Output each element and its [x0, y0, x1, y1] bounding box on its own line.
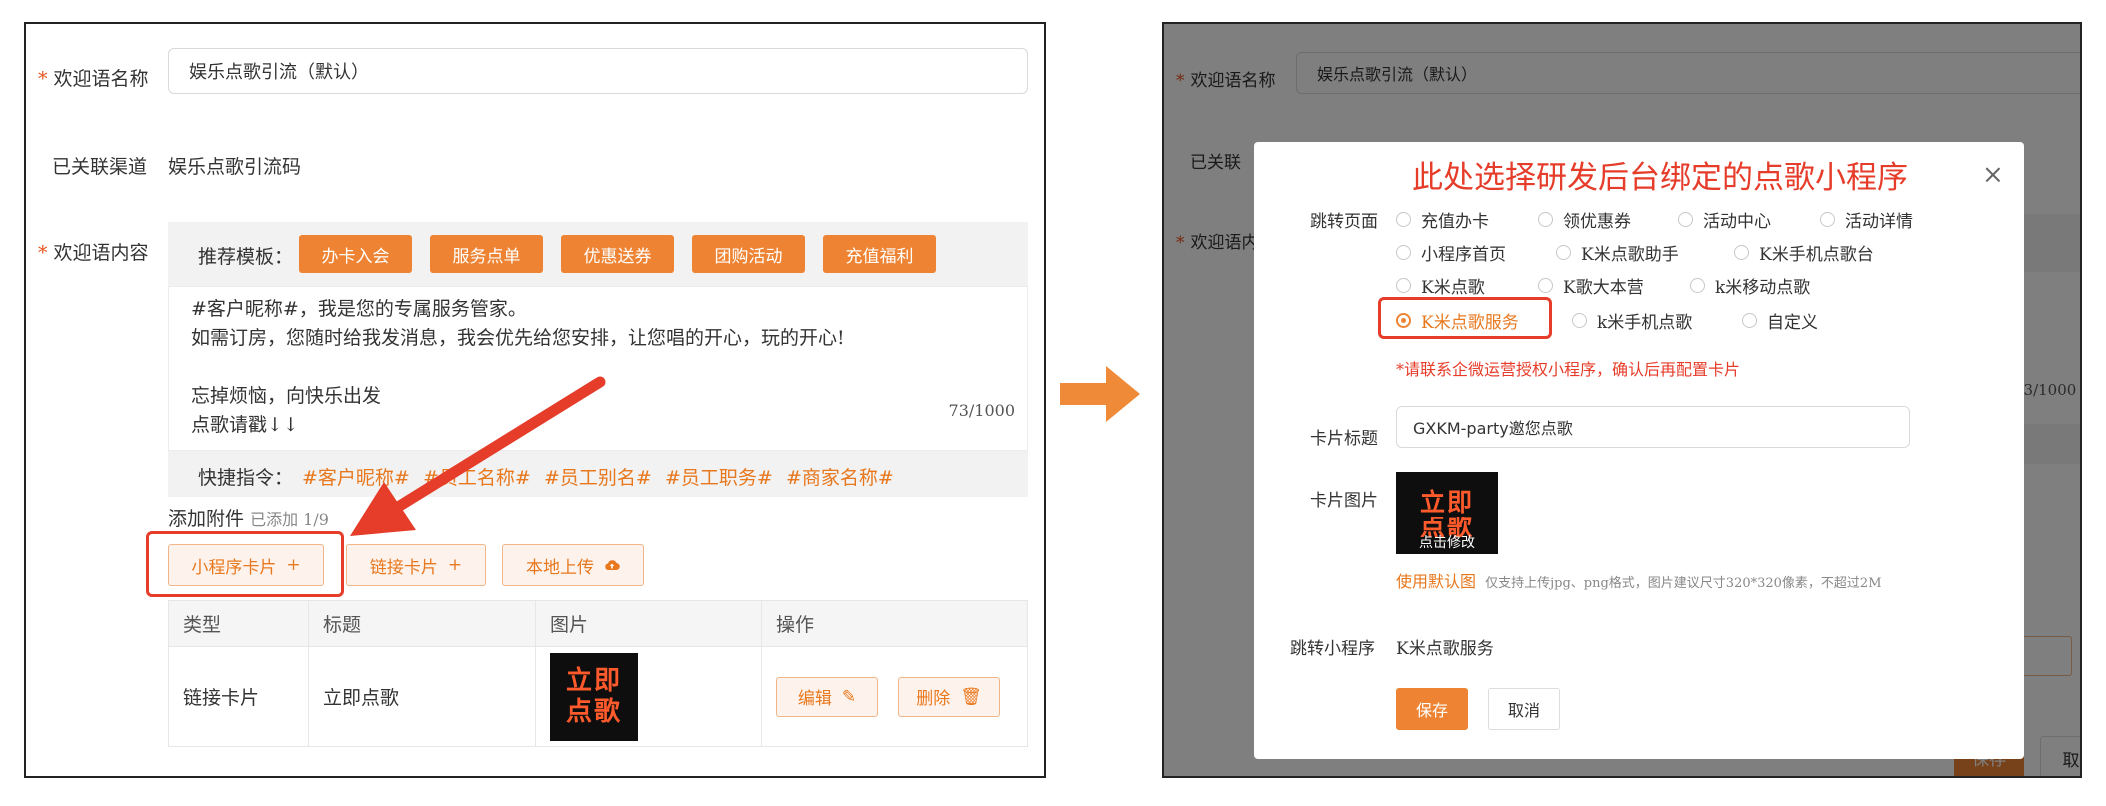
template-button-recharge[interactable]: 充值福利	[823, 235, 936, 273]
edit-button[interactable]: 编辑 ✎	[776, 676, 878, 717]
save-button[interactable]: 保存	[1396, 688, 1468, 730]
card-image-upload[interactable]: 立即 点歌 点击修改	[1396, 472, 1498, 554]
close-icon[interactable]: ×	[1982, 160, 2004, 190]
pointer-arrow-red	[350, 376, 606, 536]
col-image-header: 图片	[535, 600, 762, 647]
jump-page-label: 跳转页面	[1310, 212, 1378, 232]
row-type: 链接卡片	[168, 646, 309, 747]
cloud-upload-icon	[605, 560, 620, 571]
song-thumbnail-image: 立即 点歌	[550, 652, 638, 741]
message-line-5: 点歌请戳↓↓	[191, 414, 299, 436]
channel-label: 已关联渠道	[52, 156, 148, 178]
message-line-1: #客户昵称#，我是您的专属服务管家。	[191, 298, 527, 320]
plus-icon: +	[447, 555, 463, 575]
radio-kmi-mobile-song[interactable]: k米移动点歌	[1690, 273, 1810, 298]
radio-circle	[1538, 212, 1553, 227]
attach-label: 添加附件 已添加 1/9	[168, 508, 329, 530]
radio-circle	[1820, 212, 1835, 227]
row-title: 立即点歌	[308, 646, 536, 747]
dialog-title: 此处选择研发后台绑定的点歌小程序	[1412, 160, 1908, 196]
radio-circle	[1396, 212, 1411, 227]
mini-program-card-dialog: 此处选择研发后台绑定的点歌小程序 × 跳转页面 充值办卡 领优惠券 活动中心 活…	[1254, 142, 2024, 759]
welcome-name-label: * 欢迎语名称	[38, 68, 149, 90]
col-type-header: 类型	[168, 600, 309, 647]
card-title-label: 卡片标题	[1310, 429, 1378, 449]
cancel-button[interactable]: 取消	[1488, 688, 1560, 730]
radio-kmi-song[interactable]: K米点歌	[1396, 273, 1485, 298]
row-image-cell: 立即 点歌	[535, 646, 762, 747]
highlight-box-mini-program	[146, 531, 344, 597]
link-card-button[interactable]: 链接卡片 +	[346, 544, 486, 586]
radio-recharge-card[interactable]: 充值办卡	[1396, 207, 1489, 232]
local-upload-button[interactable]: 本地上传	[502, 544, 644, 586]
shortcut-merchant-name[interactable]: #商家名称#	[786, 463, 894, 490]
radio-kmi-mobile-station[interactable]: K米手机点歌台	[1734, 240, 1874, 265]
radio-activity-detail[interactable]: 活动详情	[1820, 207, 1913, 232]
radio-mini-home[interactable]: 小程序首页	[1396, 240, 1506, 265]
right-screenshot-panel: *欢迎语名称 娱乐点歌引流（默认） 已关联 *欢迎语内 73/1000 保存 取…	[1162, 22, 2082, 778]
template-button-card[interactable]: 办卡入会	[299, 235, 412, 273]
radio-circle	[1396, 245, 1411, 260]
radio-circle	[1572, 313, 1587, 328]
transition-arrow-icon	[1060, 366, 1140, 422]
radio-circle	[1742, 313, 1757, 328]
row-actions: 编辑 ✎ 删除 🗑	[761, 646, 1028, 747]
authorization-warning: *请联系企微运营授权小程序，确认后再配置卡片	[1396, 360, 1741, 379]
radio-circle	[1556, 245, 1571, 260]
col-title-header: 标题	[308, 600, 536, 647]
welcome-name-input[interactable]: 娱乐点歌引流（默认）	[168, 48, 1028, 94]
radio-circle	[1396, 278, 1411, 293]
image-hint-row: 使用默认图 仅支持上传jpg、png格式，图片建议尺寸320*320像素，不超过…	[1396, 568, 1882, 592]
trash-icon: 🗑	[960, 686, 982, 707]
image-hint: 仅支持上传jpg、png格式，图片建议尺寸320*320像素，不超过2M	[1485, 576, 1882, 591]
table-row: 链接卡片 立即点歌 立即 点歌 编辑 ✎ 删除 🗑	[168, 646, 1028, 747]
attach-count: 已添加 1/9	[250, 510, 329, 529]
radio-ksong-camp[interactable]: K歌大本营	[1538, 273, 1644, 298]
pencil-icon: ✎	[841, 686, 857, 707]
char-counter: 73/1000	[948, 401, 1015, 420]
template-button-group[interactable]: 团购活动	[692, 235, 805, 273]
table-header-row: 类型 标题 图片 操作	[168, 600, 1028, 647]
shortcut-label: 快捷指令：	[198, 467, 294, 489]
radio-kmi-phone-song[interactable]: k米手机点歌	[1572, 308, 1692, 333]
mini-program-value: K米点歌服务	[1396, 639, 1494, 659]
use-default-image-link[interactable]: 使用默认图	[1396, 572, 1476, 591]
mini-program-label: 跳转小程序	[1290, 639, 1375, 659]
card-title-input[interactable]: GXKM-party邀您点歌	[1396, 406, 1910, 448]
shortcut-staff-title[interactable]: #员工职务#	[665, 463, 773, 490]
message-line-2: 如需订房，您随时给我发消息，我会优先给您安排，让您唱的开心，玩的开心!	[191, 327, 845, 349]
template-label: 推荐模板：	[198, 246, 294, 268]
radio-circle	[1538, 278, 1553, 293]
template-button-order[interactable]: 服务点单	[430, 235, 543, 273]
card-image-label: 卡片图片	[1310, 491, 1378, 511]
content-label: * 欢迎语内容	[38, 242, 149, 264]
highlight-box-selected-option	[1378, 297, 1552, 339]
delete-button[interactable]: 删除 🗑	[898, 676, 1000, 717]
radio-kmi-song-helper[interactable]: K米点歌助手	[1556, 240, 1679, 265]
click-to-modify-label: 点击修改	[1419, 535, 1475, 551]
channel-value: 娱乐点歌引流码	[168, 156, 302, 178]
radio-circle	[1690, 278, 1705, 293]
template-button-coupon[interactable]: 优惠送券	[561, 235, 674, 273]
col-action-header: 操作	[761, 600, 1028, 647]
radio-activity-center[interactable]: 活动中心	[1678, 207, 1771, 232]
attachment-table: 类型 标题 图片 操作 链接卡片 立即点歌 立即 点歌 编辑 ✎ 删除 🗑	[168, 600, 1028, 747]
radio-circle	[1734, 245, 1749, 260]
radio-circle	[1678, 212, 1693, 227]
template-bar: 推荐模板： 办卡入会 服务点单 优惠送券 团购活动 充值福利	[168, 222, 1028, 286]
radio-custom[interactable]: 自定义	[1742, 308, 1818, 333]
radio-get-coupon[interactable]: 领优惠券	[1538, 207, 1631, 232]
